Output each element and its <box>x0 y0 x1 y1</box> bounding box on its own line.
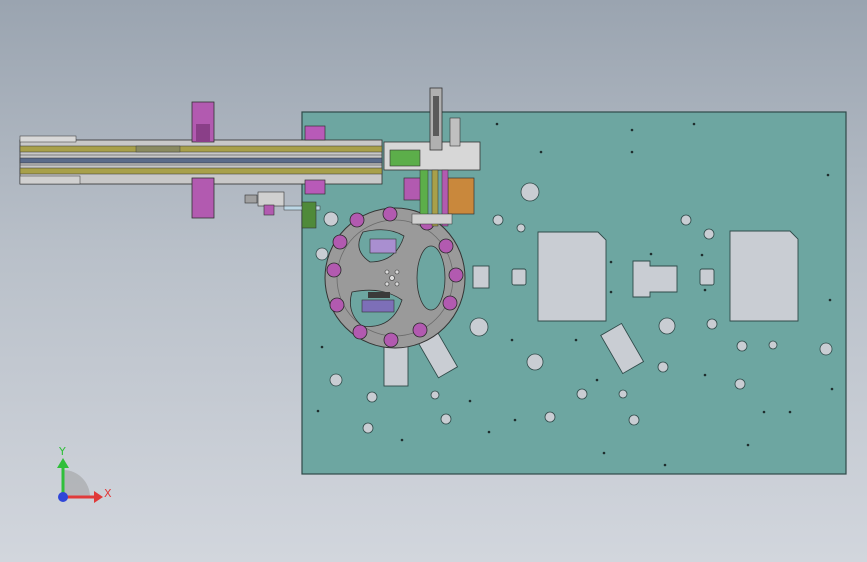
rotary-turntable[interactable] <box>324 207 466 349</box>
cad-viewport[interactable]: Y X <box>0 0 867 562</box>
coordinate-triad <box>57 458 103 503</box>
x-axis-label: X <box>104 487 112 500</box>
y-axis-label: Y <box>58 445 66 458</box>
linear-feeder-rail[interactable] <box>19 135 383 185</box>
cad-model-view[interactable]: Y X <box>0 0 867 562</box>
